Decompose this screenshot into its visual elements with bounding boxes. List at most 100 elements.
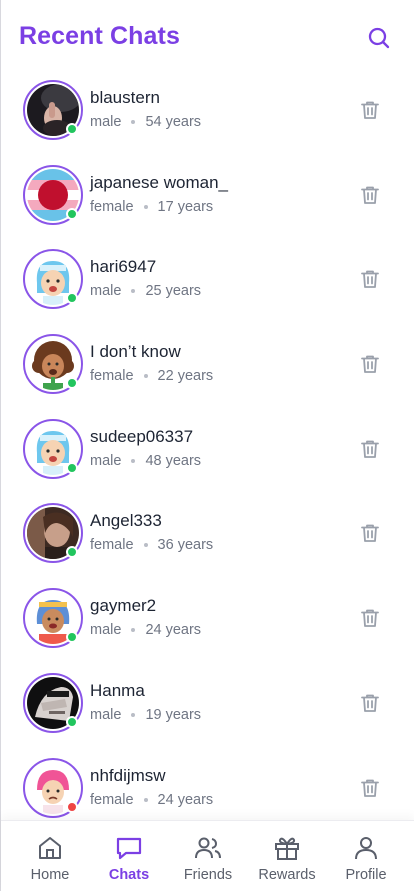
chat-list-item[interactable]: sudeep06337 male 48 years — [1, 407, 414, 492]
chat-username: Hanma — [90, 680, 145, 700]
nav-label: Profile — [345, 867, 387, 883]
delete-chat-button[interactable] — [358, 776, 382, 800]
chat-username: nhfdijmsw — [90, 765, 166, 785]
chat-bubble-icon — [114, 833, 144, 863]
chat-user-meta: male 48 years — [90, 453, 201, 469]
online-status-dot — [66, 715, 78, 728]
delete-chat-button[interactable] — [358, 352, 382, 376]
user-age: 54 years — [145, 114, 202, 130]
chat-user-meta: male 25 years — [90, 283, 201, 299]
nav-item-chats[interactable]: Chats — [89, 821, 169, 891]
search-icon — [368, 27, 390, 49]
avatar[interactable] — [23, 757, 83, 818]
separator-dot — [131, 289, 136, 294]
chat-user-meta: female 22 years — [90, 368, 213, 384]
chat-list-item[interactable]: blaustern male 54 years — [1, 68, 414, 153]
separator-dot — [143, 797, 148, 802]
bottom-nav: Home Chats Friends Rewards Profile — [1, 820, 414, 891]
chat-list-item[interactable]: nhfdijmsw female 24 years — [1, 746, 414, 831]
chat-list: blaustern male 54 years japanese woman_ … — [1, 68, 414, 830]
chat-user-meta: male 54 years — [90, 114, 201, 130]
user-age: 19 years — [145, 706, 202, 723]
avatar[interactable] — [23, 164, 83, 225]
online-status-dot — [66, 292, 78, 305]
trash-icon — [361, 186, 379, 204]
delete-chat-button[interactable] — [358, 521, 382, 545]
user-age: 25 years — [145, 283, 202, 300]
separator-dot — [143, 374, 148, 379]
trash-icon — [361, 101, 379, 119]
delete-chat-button[interactable] — [358, 267, 382, 291]
user-age: 17 years — [157, 198, 214, 215]
trash-icon — [361, 609, 379, 628]
user-gender: male — [90, 622, 122, 639]
chat-username: sudeep06337 — [90, 426, 194, 446]
delete-chat-button[interactable] — [358, 437, 382, 461]
delete-chat-button[interactable] — [358, 606, 382, 630]
page-title: Recent Chats — [19, 22, 180, 50]
user-age: 22 years — [157, 368, 214, 385]
avatar[interactable] — [23, 672, 83, 733]
online-status-dot — [66, 123, 78, 135]
chat-list-item[interactable]: japanese woman_ female 17 years — [1, 153, 414, 238]
online-status-dot — [66, 461, 78, 474]
chat-username: gaymer2 — [90, 596, 157, 616]
avatar[interactable] — [23, 588, 83, 649]
trash-icon — [361, 779, 379, 797]
chat-user-meta: female 17 years — [90, 199, 213, 215]
user-gender: female — [90, 198, 134, 215]
chat-user-meta: male 24 years — [90, 622, 201, 638]
separator-dot — [131, 120, 136, 124]
nav-item-friends[interactable]: Friends — [168, 821, 248, 891]
avatar[interactable] — [23, 334, 83, 395]
chat-list-item[interactable]: Angel333 female 36 years — [1, 491, 414, 576]
nav-label: Rewards — [258, 867, 316, 883]
chat-username: I don’t know — [90, 342, 181, 362]
nav-item-home[interactable]: Home — [10, 821, 90, 891]
nav-label: Chats — [108, 867, 150, 883]
avatar[interactable] — [23, 503, 83, 564]
online-status-dot — [66, 207, 78, 220]
search-button[interactable] — [365, 24, 393, 52]
separator-dot — [143, 204, 148, 209]
user-gender: male — [90, 706, 122, 723]
chat-user-meta: female 24 years — [90, 792, 213, 808]
online-status-dot — [66, 377, 78, 390]
avatar[interactable] — [23, 80, 83, 140]
user-age: 24 years — [145, 622, 202, 639]
user-age: 36 years — [157, 537, 214, 554]
trash-icon — [361, 355, 379, 373]
chat-username: blaustern — [90, 88, 160, 107]
separator-dot — [131, 712, 136, 717]
user-age: 48 years — [145, 452, 202, 469]
delete-chat-button[interactable] — [358, 183, 382, 207]
profile-icon — [351, 833, 381, 863]
header: Recent Chats — [1, 0, 414, 72]
online-status-dot — [66, 631, 78, 644]
chat-list-item[interactable]: hari6947 male 25 years — [1, 237, 414, 322]
gift-icon — [272, 833, 302, 863]
nav-label: Home — [30, 867, 70, 883]
user-age: 24 years — [157, 791, 214, 808]
chat-user-meta: male 19 years — [90, 707, 201, 723]
separator-dot — [143, 543, 148, 548]
chat-username: Angel333 — [90, 511, 162, 531]
delete-chat-button[interactable] — [358, 98, 382, 122]
nav-label: Friends — [183, 867, 233, 883]
nav-item-rewards[interactable]: Rewards — [247, 821, 327, 891]
separator-dot — [131, 458, 136, 463]
trash-icon — [361, 525, 379, 543]
chat-list-item[interactable]: Hanma male 19 years — [1, 661, 414, 746]
user-gender: female — [90, 791, 134, 808]
avatar[interactable] — [23, 418, 83, 479]
chat-list-item[interactable]: gaymer2 male 24 years — [1, 576, 414, 661]
home-icon — [35, 833, 65, 863]
friends-icon — [193, 833, 223, 863]
nav-item-profile[interactable]: Profile — [326, 821, 406, 891]
avatar[interactable] — [23, 249, 83, 310]
user-gender: male — [90, 114, 122, 130]
user-gender: male — [90, 283, 122, 300]
trash-icon — [361, 270, 379, 289]
chat-list-item[interactable]: I don’t know female 22 years — [1, 322, 414, 407]
delete-chat-button[interactable] — [358, 691, 382, 715]
